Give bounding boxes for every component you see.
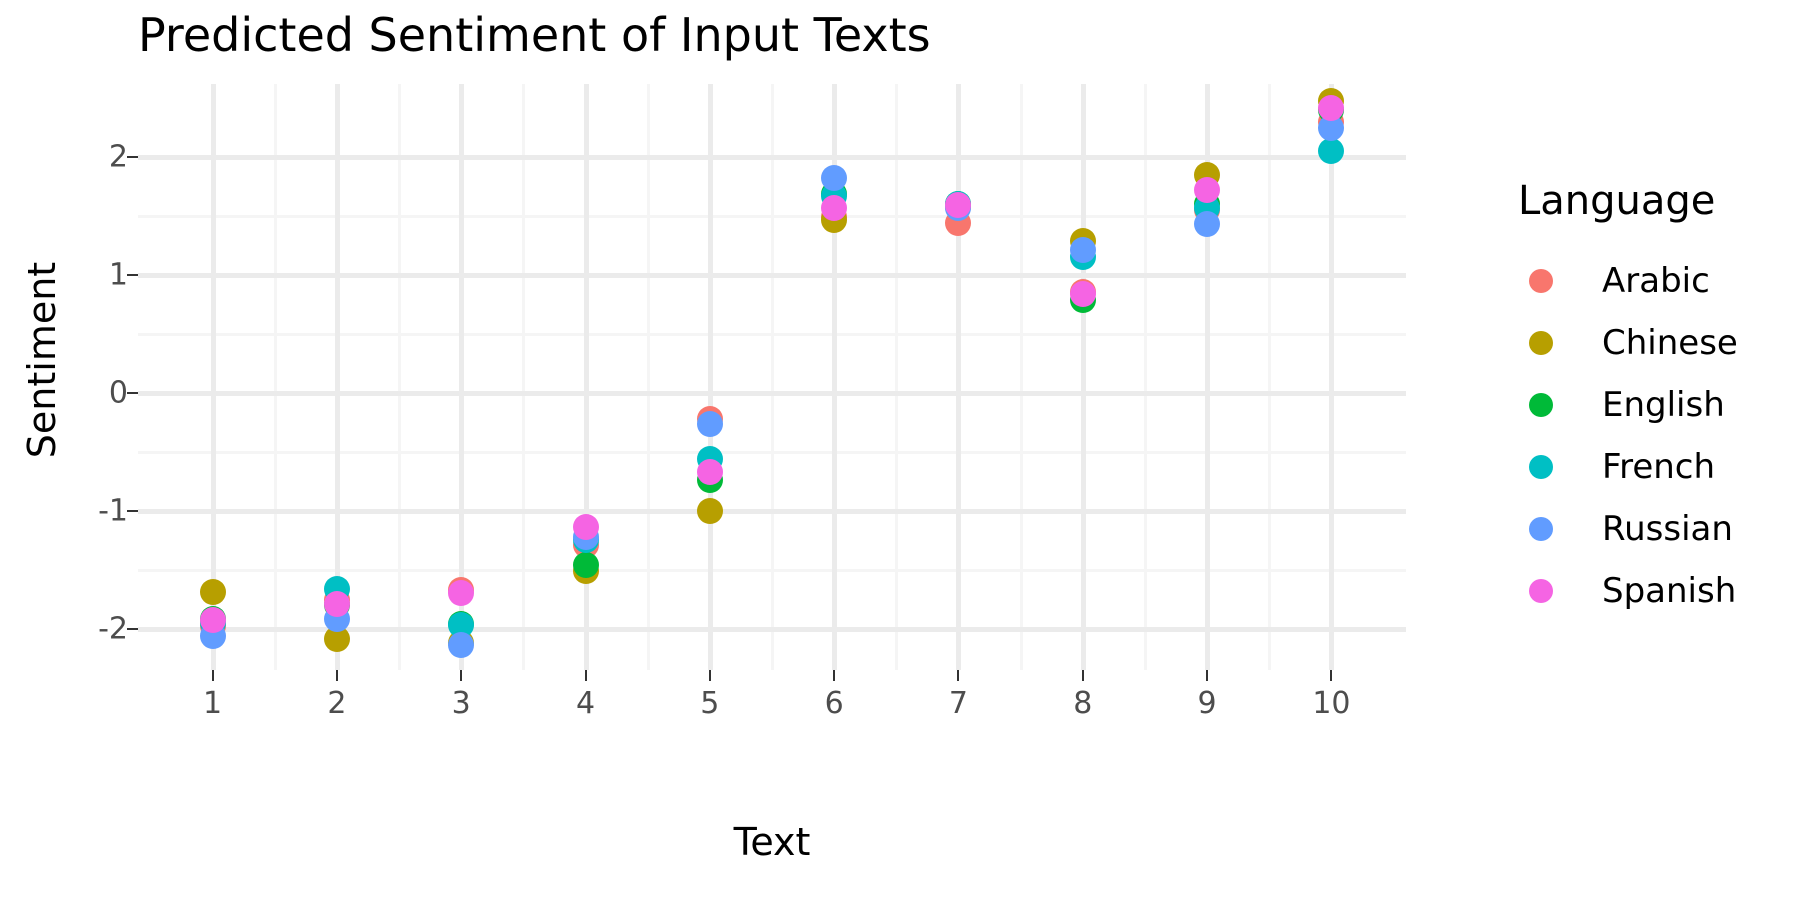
page-title: Predicted Sentiment of Input Texts [138,8,931,62]
gridline-minor-x [273,84,277,670]
legend-key [1518,382,1564,428]
chart-root: Predicted Sentiment of Input Texts Senti… [0,0,1800,900]
data-point [572,514,599,541]
x-axis-tick-mark [584,670,587,681]
legend-key [1518,568,1564,614]
x-axis-tick-mark [460,670,463,681]
x-axis-tick-mark [833,670,836,681]
data-point [448,580,475,607]
gridline-major-x [707,84,713,670]
legend-item-label: Arabic [1602,261,1710,301]
x-axis-tick-label: 9 [1197,686,1217,721]
x-axis-tick-label: 6 [824,686,844,721]
legend-dot-icon [1529,579,1553,603]
data-point [696,458,723,485]
x-axis-tick-label: 5 [700,686,720,721]
x-axis-tick-mark [708,670,711,681]
legend-key [1518,506,1564,552]
legend-dot-icon [1529,393,1553,417]
data-point [448,632,475,659]
legend-key [1518,258,1564,304]
legend-dot-icon [1529,331,1553,355]
gridline-major-y [138,155,1406,161]
x-axis-tick-label: 2 [327,686,347,721]
y-axis-tick-mark [127,156,138,159]
gridline-major-x [956,84,962,670]
gridline-major-y [138,390,1406,396]
data-point [1069,280,1096,307]
legend-key [1518,320,1564,366]
legend-item-english[interactable]: English [1518,374,1800,436]
data-point [323,590,350,617]
x-axis-tick-mark [1206,670,1209,681]
x-axis-tick-label: 7 [948,686,969,721]
y-axis-tick-label: 0 [108,375,128,411]
legend-items: Arabic Chinese English French Russian Spanish [1518,250,1800,622]
y-axis-title: Sentiment [20,261,64,459]
y-axis-tick-label: 2 [108,139,128,175]
y-axis-tick-mark [127,509,138,512]
x-axis-tick-label: 1 [203,686,223,721]
data-point [199,579,226,606]
x-axis-tick-mark [211,670,214,681]
y-axis-tick-mark [127,274,138,276]
data-point [1069,237,1096,264]
gridline-minor-x [771,84,774,670]
x-axis-tick-label: 10 [1312,686,1351,721]
legend-dot-icon [1529,517,1553,541]
legend-title: Language [1518,178,1716,224]
gridline-major-y [138,508,1406,514]
legend-item-spanish[interactable]: Spanish [1518,560,1800,622]
x-axis-tick-label: 4 [575,686,596,721]
y-axis-tick-mark [127,627,138,630]
x-axis-title: Text [733,820,811,864]
data-point [945,192,972,219]
y-axis-tick-mark [127,391,138,394]
legend-item-label: French [1602,447,1716,487]
gridline-minor-x [1143,84,1147,670]
data-point [696,410,723,437]
x-axis-tick-mark [335,670,338,681]
x-axis-tick-mark [957,670,960,681]
data-point [1194,211,1221,238]
gridline-minor-x [646,84,650,670]
legend-item-label: English [1602,385,1725,425]
gridline-minor-x [1019,84,1023,670]
x-axis-tick-mark [1081,670,1084,681]
legend-item-label: Spanish [1602,571,1737,611]
data-point [572,552,599,579]
gridline-minor-x [895,84,899,670]
gridline-major-x [1329,84,1335,670]
legend-dot-icon [1529,455,1553,479]
data-point [199,607,226,634]
legend-item-french[interactable]: French [1518,436,1800,498]
data-point [1318,94,1345,121]
x-axis-tick-mark [1330,670,1333,681]
y-axis-tick-label: -1 [98,493,128,529]
legend-item-arabic[interactable]: Arabic [1518,250,1800,312]
legend-item-label: Russian [1602,509,1733,549]
data-point [696,497,723,524]
data-point [1318,138,1345,165]
gridline-major-y [138,273,1406,278]
legend-item-chinese[interactable]: Chinese [1518,312,1800,374]
y-axis-tick-label: -2 [98,611,128,647]
data-point [821,165,848,192]
data-point [821,194,848,221]
gridline-major-x [1080,84,1086,670]
gridline-minor-x [522,84,526,670]
legend-dot-icon [1529,269,1553,293]
gridline-minor-x [1268,84,1272,670]
x-axis-tick-label: 3 [451,686,471,721]
legend-item-russian[interactable]: Russian [1518,498,1800,560]
data-point [1194,177,1221,204]
x-axis-tick-label: 8 [1073,686,1093,721]
legend-key [1518,444,1564,490]
y-axis-tick-label: 1 [108,257,128,293]
gridline-minor-x [398,84,402,670]
legend-item-label: Chinese [1602,323,1738,363]
legend: Language Arabic Chinese English French Russi… [1518,178,1800,622]
